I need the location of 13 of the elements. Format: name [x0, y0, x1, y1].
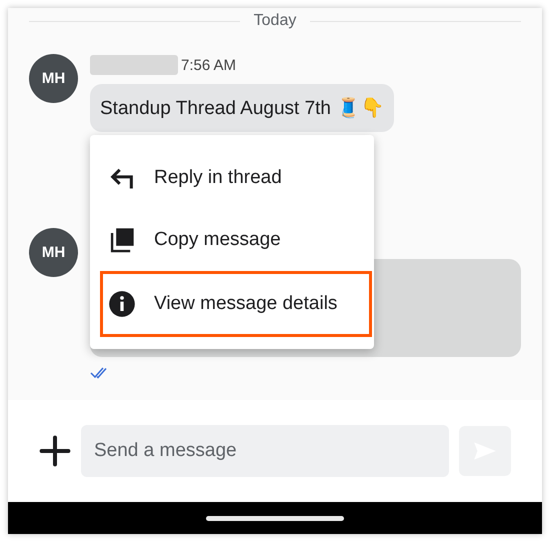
message-time: 7:56 AM: [181, 56, 236, 74]
menu-item[interactable]: View message details: [100, 271, 372, 337]
menu-item[interactable]: Copy message: [90, 209, 372, 271]
date-divider: Today: [254, 12, 296, 30]
avatar[interactable]: MH: [29, 54, 78, 103]
message-bubble[interactable]: Standup Thread August 7th 🧵👇: [90, 84, 394, 132]
menu-item[interactable]: Reply in thread: [90, 147, 372, 209]
avatar[interactable]: MH: [29, 228, 78, 277]
copy-icon: [108, 226, 136, 254]
add-icon[interactable]: [39, 435, 71, 467]
home-indicator[interactable]: [206, 516, 344, 520]
message-input[interactable]: Send a message: [81, 425, 449, 477]
info-icon: [108, 290, 136, 318]
